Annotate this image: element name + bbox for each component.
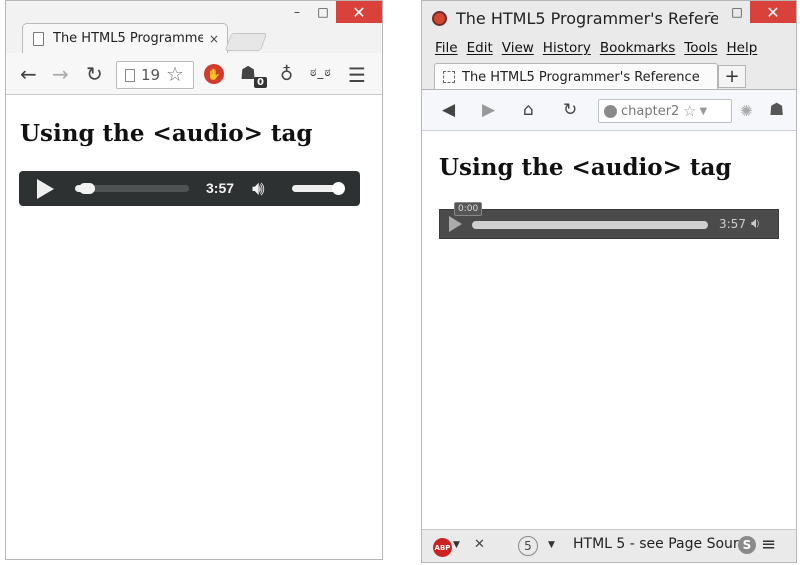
chrome-tab[interactable]: The HTML5 Programmer's Reference × [22, 23, 228, 53]
bookmark-star-icon[interactable]: ☆ [683, 102, 696, 120]
adblock-stop-icon[interactable]: ✋ [204, 64, 224, 84]
chrome-titlebar: The HTML5 Programmer's Reference × – □ ✕ [6, 1, 382, 53]
face-extension-icon[interactable]: ಠ_ಠ [310, 65, 332, 80]
firefox-titlebar: The HTML5 Programmer's Reference – □ ✕ [422, 1, 796, 35]
close-window-button[interactable]: ✕ [750, 1, 796, 23]
address-text: 19 [141, 66, 161, 84]
duration-text: 3:57 [719, 217, 746, 231]
document-icon [33, 31, 44, 46]
play-icon[interactable] [37, 179, 54, 199]
dropdown-icon[interactable]: ▼ [699, 106, 707, 117]
minimize-button[interactable]: – [698, 1, 724, 23]
seek-thumb[interactable] [79, 183, 95, 194]
layers-icon[interactable]: ≡ [761, 534, 776, 555]
menu-edit[interactable]: Edit [467, 40, 493, 56]
tab-row: The HTML5 Programmer's Reference + [422, 61, 796, 90]
chrome-tab-title: The HTML5 Programmer's Reference [53, 31, 203, 46]
chrome-window-controls: – □ ✕ [284, 1, 382, 31]
play-icon[interactable] [449, 216, 462, 232]
minimize-button[interactable]: – [284, 1, 310, 23]
new-tab-button[interactable]: + [718, 65, 746, 88]
counter-badge[interactable]: 5 [518, 536, 538, 556]
audio-player: 0:00 3:57 🔉︎ [439, 202, 779, 239]
adblock-icon[interactable]: ABP [433, 538, 452, 557]
menu-file[interactable]: File [435, 40, 458, 56]
page-icon [125, 68, 135, 82]
maximize-button[interactable]: □ [310, 1, 336, 23]
globe-icon [604, 104, 617, 118]
url-bar[interactable]: chapter2 ☆ ▼ [598, 99, 732, 123]
seek-bar[interactable] [75, 183, 189, 194]
menu-help[interactable]: Help [727, 40, 758, 56]
firefox-tab[interactable]: The HTML5 Programmer's Reference [434, 63, 718, 90]
menu-icon[interactable]: ☰ [348, 63, 366, 87]
status-bar: ABP ▼ ✕ 5 ▼ HTML 5 - see Page Source S ≡ [422, 529, 796, 562]
menu-tools[interactable]: Tools [684, 40, 717, 56]
timer-extension-icon[interactable]: ♁ [280, 64, 293, 85]
maximize-button[interactable]: □ [724, 1, 750, 23]
forward-arrow-icon[interactable]: ▶ [482, 100, 495, 120]
status-text: HTML 5 - see Page Source [573, 536, 755, 552]
menu-bookmarks[interactable]: Bookmarks [600, 40, 675, 56]
back-arrow-icon[interactable]: ← [20, 64, 37, 84]
close-icon[interactable]: ✕ [474, 537, 485, 552]
menu-bar: File Edit View History Bookmarks Tools H… [422, 35, 796, 61]
tab-favicon-icon [443, 71, 455, 83]
new-tab-button[interactable] [224, 33, 268, 51]
home-icon[interactable]: ⌂ [523, 100, 534, 120]
volume-icon[interactable]: 🔉︎ [751, 214, 760, 232]
firefox-page-content: Using the <audio> tag 0:00 3:57 🔉︎ [422, 132, 796, 529]
bookmark-star-icon[interactable]: ☆ [166, 62, 184, 86]
chrome-toolbar: ← → ↻ 19 ☆ ✋ ☗ 0 ♁ ಠ_ಠ ☰ [6, 53, 382, 95]
window-title: The HTML5 Programmer's Reference [456, 9, 718, 28]
volume-slider[interactable] [292, 182, 345, 195]
firefox-window-controls: – □ ✕ [698, 1, 796, 31]
menu-view[interactable]: View [502, 40, 534, 56]
ghostery-icon[interactable]: ☗ [769, 100, 784, 120]
page-heading: Using the <audio> tag [20, 120, 313, 147]
adblock-dropdown-icon[interactable]: ▼ [453, 540, 460, 550]
duration-text: 3:57 [206, 180, 235, 196]
back-arrow-icon[interactable]: ◀ [442, 100, 455, 120]
firefox-logo-icon [432, 11, 447, 26]
reload-icon[interactable]: ↻ [86, 64, 103, 84]
volume-icon[interactable]: 🔊︎ [252, 176, 265, 200]
audio-player: 3:57 🔊︎ [19, 171, 360, 206]
close-tab-icon[interactable]: × [209, 32, 219, 46]
page-heading: Using the <audio> tag [439, 154, 732, 181]
firefox-tab-title: The HTML5 Programmer's Reference [462, 69, 700, 85]
forward-arrow-icon[interactable]: → [52, 64, 69, 84]
ghostery-badge: 0 [254, 77, 267, 88]
reload-icon[interactable]: ↻ [563, 100, 577, 120]
seek-bar[interactable] [472, 221, 708, 229]
volume-thumb[interactable] [332, 182, 345, 195]
url-text: chapter2 [621, 103, 679, 119]
chrome-window: The HTML5 Programmer's Reference × – □ ✕… [5, 0, 383, 560]
firefox-window: The HTML5 Programmer's Reference – □ ✕ F… [421, 0, 797, 563]
menu-history[interactable]: History [543, 40, 591, 56]
chrome-page-content: Using the <audio> tag 3:57 🔊︎ [6, 96, 382, 559]
skype-icon[interactable]: S [738, 536, 756, 554]
counter-dropdown-icon[interactable]: ▼ [548, 540, 555, 550]
navigation-bar: ◀ ▶ ⌂ ↻ chapter2 ☆ ▼ ✺ ☗ [422, 89, 796, 131]
loading-spinner-icon: ✺ [740, 102, 753, 120]
time-tooltip: 0:00 [454, 202, 483, 216]
close-window-button[interactable]: ✕ [336, 1, 382, 23]
